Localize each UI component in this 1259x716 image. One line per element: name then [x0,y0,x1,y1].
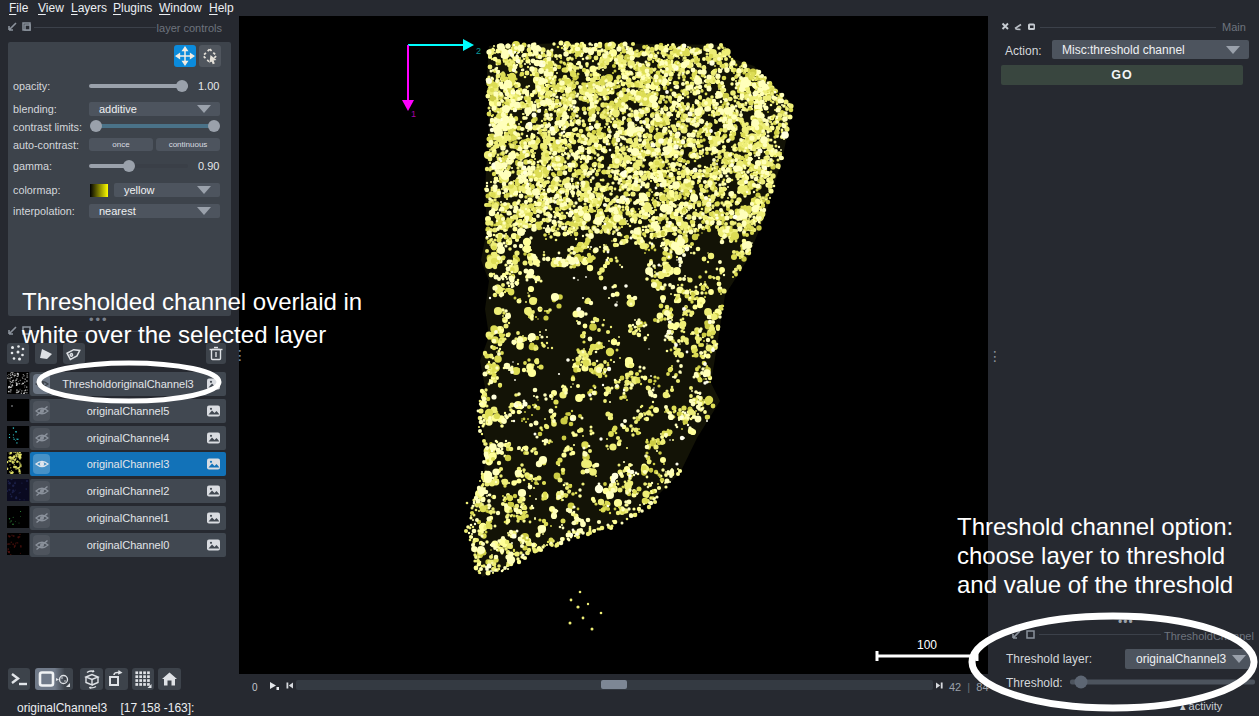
svg-text:1: 1 [411,109,416,119]
svg-text:2: 2 [476,46,481,56]
svg-text:100: 100 [917,638,937,652]
